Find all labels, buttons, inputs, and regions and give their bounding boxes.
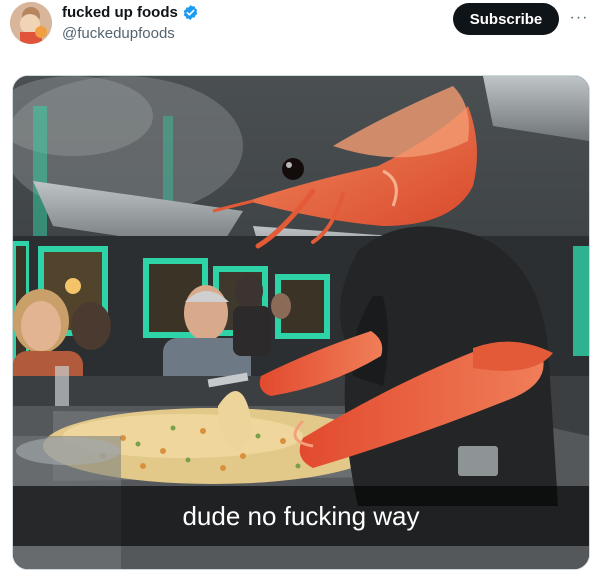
tweet-header: fucked up foods @fuckedupfoods Subscribe… [0,0,600,56]
display-name-row: fucked up foods [62,4,199,21]
verified-badge-icon [182,4,199,21]
more-options-icon[interactable]: ··· [568,8,590,28]
meme-caption: dude no fucking way [182,500,420,531]
post-media-image[interactable]: dude no fucking way [12,75,590,570]
caption-bar: dude no fucking way [13,486,589,546]
user-handle[interactable]: @fuckedupfoods [62,25,175,42]
avatar-image [10,2,52,44]
avatar[interactable] [10,2,52,44]
tweet-card: fucked up foods @fuckedupfoods Subscribe… [0,0,600,580]
display-name[interactable]: fucked up foods [62,4,178,21]
subscribe-button[interactable]: Subscribe [453,3,559,35]
